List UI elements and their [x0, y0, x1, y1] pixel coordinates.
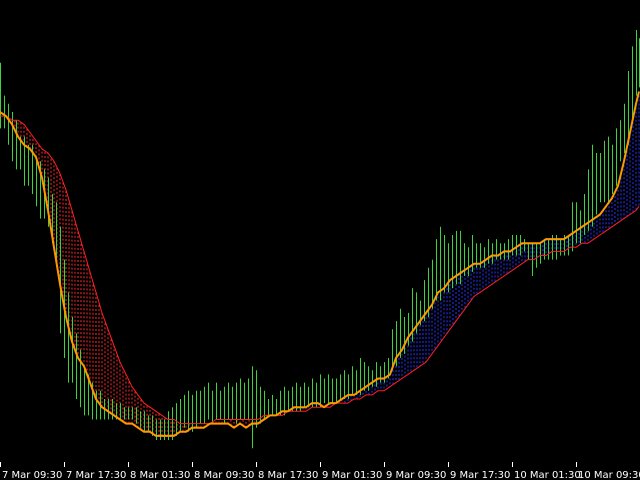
fast-ma-line — [0, 91, 640, 437]
chart-root: 7 Mar 09:30 7 Mar 17:30 8 Mar 01:30 8 Mar 0… — [0, 0, 640, 480]
x-tick-label: 9 Mar 01:30 — [322, 470, 382, 480]
x-tick-label: 8 Mar 17:30 — [258, 470, 318, 480]
x-tick-label: 10 Mar 01:30 — [514, 470, 581, 480]
x-tick-label: 7 Mar 17:30 — [66, 470, 126, 480]
x-tick-label: 9 Mar 17:30 — [450, 470, 510, 480]
x-tick-label: 10 Mar 09:30 — [578, 470, 640, 480]
price-chart: 7 Mar 09:30 7 Mar 17:30 8 Mar 01:30 8 Mar 0… — [0, 30, 640, 480]
x-tick-label: 7 Mar 09:30 — [2, 470, 62, 480]
x-axis: 7 Mar 09:30 7 Mar 17:30 8 Mar 01:30 8 Mar 0… — [0, 462, 640, 480]
x-tick-label: 8 Mar 09:30 — [194, 470, 254, 480]
x-tick-label: 8 Mar 01:30 — [130, 470, 190, 480]
indicator-lines — [0, 91, 640, 437]
x-tick-label: 9 Mar 09:30 — [386, 470, 446, 480]
indicator-cloud — [0, 91, 640, 436]
